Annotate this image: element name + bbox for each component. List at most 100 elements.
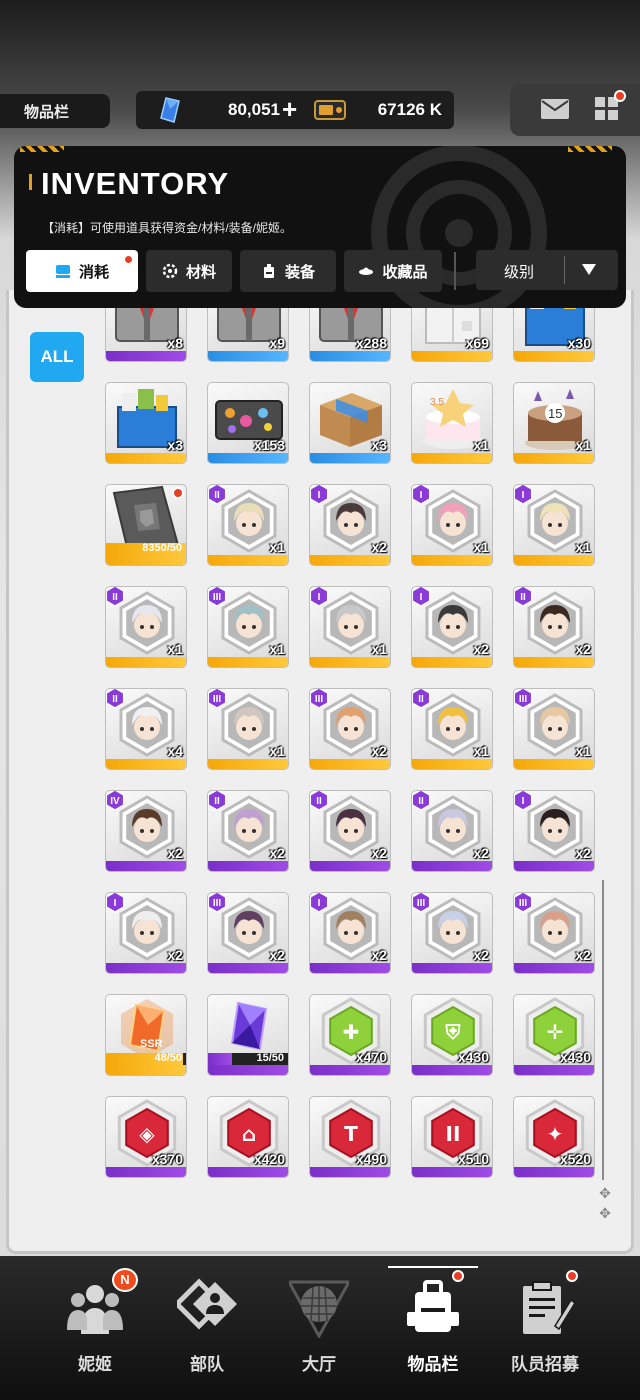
inventory-item[interactable]: x69 <box>411 308 493 362</box>
inventory-item[interactable]: x2 I <box>105 892 187 974</box>
inventory-item[interactable]: 8350/50 <box>105 484 187 566</box>
inventory-item[interactable]: x1 II <box>105 586 187 668</box>
tab-consumables[interactable]: 消耗 <box>26 250 138 292</box>
rarity-bar <box>106 861 186 871</box>
class-badge-icon: II <box>514 587 533 607</box>
inventory-description: 【消耗】可使用道具获得资金/材料/装备/妮姬。 <box>42 221 293 235</box>
inventory-item[interactable]: x1 I <box>411 484 493 566</box>
nav-item-lobby[interactable]: 大厅 <box>264 1256 374 1400</box>
inventory-item[interactable]: x2 III <box>207 892 289 974</box>
inventory-item[interactable]: 3.5 x1 <box>411 382 493 464</box>
tab-equipment[interactable]: 装备 <box>240 250 336 292</box>
inventory-item[interactable]: x1 III <box>513 688 595 770</box>
inventory-item[interactable]: x2 II <box>411 790 493 872</box>
tab-label: 消耗 <box>78 263 109 281</box>
class-badge-icon: II <box>412 689 431 709</box>
inventory-item[interactable]: Tx490 <box>309 1096 391 1178</box>
rarity-bar <box>208 453 288 463</box>
inventory-item[interactable]: x2 I <box>309 484 391 566</box>
inventory-item[interactable]: x3 <box>309 382 391 464</box>
hazard-stripe-right <box>568 146 612 152</box>
recruit-notify-dot <box>566 1270 578 1282</box>
rarity-bar <box>208 963 288 973</box>
item-count: x2 <box>371 845 387 861</box>
inventory-item[interactable]: x1 II <box>411 688 493 770</box>
rarity-bar <box>514 1167 594 1177</box>
inventory-item[interactable]: x288 <box>309 308 391 362</box>
rarity-bar <box>310 963 390 973</box>
inventory-item[interactable]: ⛨ x430 <box>411 994 493 1076</box>
inventory-item[interactable]: x2 III <box>411 892 493 974</box>
inventory-item[interactable]: x4 II <box>105 688 187 770</box>
nav-item-nikke[interactable]: N 妮姬 <box>40 1256 150 1400</box>
nav-item-inventory[interactable]: 物品栏 <box>378 1256 488 1400</box>
inventory-item[interactable]: ✛ x430 <box>513 994 595 1076</box>
class-badge-icon: III <box>514 689 533 709</box>
inventory-item[interactable]: ⌂ x420 <box>207 1096 289 1178</box>
rarity-bar <box>514 555 594 565</box>
svg-text:3.5: 3.5 <box>430 397 444 408</box>
tab-divider <box>454 252 456 290</box>
item-count: x520 <box>559 1151 591 1167</box>
inventory-item[interactable]: x2 III <box>309 688 391 770</box>
inventory-item[interactable]: x2 III <box>513 892 595 974</box>
svg-text:⛨: ⛨ <box>445 1020 462 1044</box>
mail-icon[interactable] <box>540 98 570 120</box>
nav-item-squad[interactable]: 部队 <box>152 1256 262 1400</box>
inventory-item[interactable]: ✦ x520 <box>513 1096 595 1178</box>
rarity-bar <box>310 351 390 361</box>
rarity-bar <box>310 759 390 769</box>
inventory-item[interactable]: x1 III <box>207 688 289 770</box>
item-count: x2 <box>575 641 591 657</box>
inventory-item[interactable]: x9 <box>207 308 289 362</box>
add-gems-button[interactable]: + <box>282 95 297 123</box>
inventory-item[interactable]: ◈ x370 <box>105 1096 187 1178</box>
inventory-item[interactable]: 15/50 <box>207 994 289 1076</box>
inventory-item[interactable]: x2 I <box>411 586 493 668</box>
inventory-item[interactable]: x1 I <box>309 586 391 668</box>
inventory-item[interactable]: ✚ x470 <box>309 994 391 1076</box>
credit-amount: 67126 K <box>377 100 442 119</box>
inventory-item[interactable]: x8 <box>105 308 187 362</box>
inventory-item[interactable]: x2 II <box>309 790 391 872</box>
recruit-icon <box>523 1281 575 1334</box>
svg-text:II: II <box>316 796 322 807</box>
inventory-item[interactable]: x2 I <box>513 790 595 872</box>
item-count: x1 <box>269 641 285 657</box>
inventory-item[interactable]: x2 II <box>513 586 595 668</box>
class-badge-icon: I <box>412 587 431 607</box>
filter-all-button[interactable]: ALL <box>30 332 84 382</box>
scrollbar[interactable] <box>602 880 604 1180</box>
item-count: x1 <box>167 641 183 657</box>
item-count: x1 <box>575 743 591 759</box>
tab-label: 收藏品 <box>382 263 428 281</box>
tab-label: 材料 <box>185 263 216 281</box>
inventory-item[interactable]: x1 III <box>207 586 289 668</box>
inventory-item[interactable]: x1 I <box>513 484 595 566</box>
equipment-icon <box>263 264 274 278</box>
inventory-item[interactable]: x2 II <box>207 790 289 872</box>
sort-dropdown[interactable]: 级别 <box>476 250 618 290</box>
nav-item-recruit[interactable]: 队员招募 <box>490 1256 600 1400</box>
inventory-item[interactable]: x1 II <box>207 484 289 566</box>
rarity-bar <box>106 759 186 769</box>
nav-label: 队员招募 <box>511 1355 579 1374</box>
inventory-item[interactable]: 15 x1 <box>513 382 595 464</box>
inventory-item[interactable]: x2 IV <box>105 790 187 872</box>
inventory-item[interactable]: II x510 <box>411 1096 493 1178</box>
inventory-item[interactable]: x2 I <box>309 892 391 974</box>
svg-text:II: II <box>214 490 220 501</box>
inventory-icon <box>407 1280 459 1332</box>
inventory-item[interactable]: x153 <box>207 382 289 464</box>
item-count: x2 <box>371 947 387 963</box>
inventory-item[interactable]: SSR 48/50 <box>105 994 187 1076</box>
tab-collectibles[interactable]: 收藏品 <box>344 250 442 292</box>
class-badge-icon: III <box>310 689 329 709</box>
tab-materials[interactable]: 材料 <box>146 250 232 292</box>
rarity-bar <box>514 759 594 769</box>
item-count: x430 <box>559 1049 591 1065</box>
inventory-item[interactable]: x30 <box>513 308 595 362</box>
inventory-item[interactable]: x3 <box>105 382 187 464</box>
svg-text:II: II <box>418 694 424 705</box>
item-count: x430 <box>457 1049 489 1065</box>
